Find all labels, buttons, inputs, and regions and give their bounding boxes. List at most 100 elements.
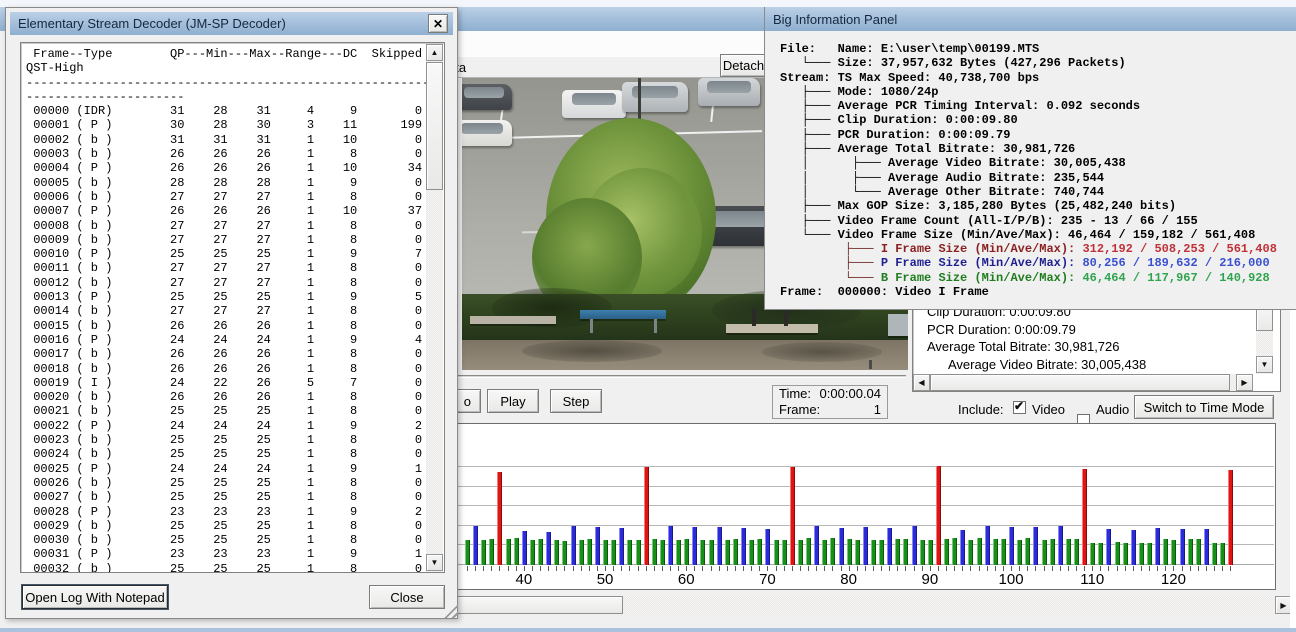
decoder-log-row: 00022 ( P ) 24 24 24 1 9 2 (26, 418, 423, 433)
chart-bar-I (789, 466, 795, 565)
info-tree-line: ├─── Mode: 1080/24p (780, 84, 939, 99)
main-window-right-border (1290, 310, 1296, 628)
chart-gridline (442, 505, 1274, 507)
chart-x-tick (889, 566, 891, 571)
info-hscroll-right-button[interactable]: ▶ (1236, 374, 1253, 391)
open-log-button[interactable]: Open Log With Notepad (22, 585, 168, 609)
chart-x-tick (483, 566, 485, 571)
chart-bar-P (814, 526, 820, 565)
chart-bar-P (1130, 529, 1136, 565)
decoder-log-row: 00000 (IDR) 31 28 31 4 9 0 (26, 104, 423, 119)
bench-blue (580, 310, 666, 319)
info-line: Average Total Bitrate: 30,981,726 (927, 339, 1120, 354)
chart-x-tick (499, 566, 501, 571)
bench (470, 316, 556, 324)
chart-bar-B (976, 537, 982, 565)
decoder-vscroll-down-button[interactable]: ▼ (426, 554, 443, 571)
chart-bar-P (960, 529, 966, 565)
frame-label: Frame: (779, 402, 821, 417)
ground-shadow (522, 340, 662, 362)
decoder-log-row: 00019 ( I ) 24 22 26 5 7 0 (26, 375, 423, 390)
chart-bar-I (1082, 468, 1088, 565)
chart-bar-B (651, 539, 657, 565)
decoder-log-row: 00029 ( b ) 25 25 25 1 8 0 (26, 518, 423, 533)
decoder-log-row: 00021 ( b ) 25 25 25 1 8 0 (26, 404, 423, 419)
chart-x-tick (897, 566, 899, 571)
big-panel-titlebar[interactable]: Big Information Panel (765, 7, 1296, 31)
chart-x-tick (873, 566, 874, 571)
info-tree-line: Stream: TS Max Speed: 40,738,700 bps (780, 70, 1040, 85)
arrow-right-icon: ▶ (1280, 600, 1287, 610)
include-video-checkbox[interactable]: ✔ (1013, 399, 1026, 414)
frame-size-chart[interactable]: 40 50 60 70 80 90 100 110 120 (440, 423, 1276, 590)
chart-bar-B (903, 539, 909, 565)
chart-bar-B (1220, 542, 1226, 565)
chart-x-label: 90 (921, 571, 939, 588)
chart-x-tick (580, 566, 582, 571)
chart-bar-B (700, 540, 706, 565)
info-tree-line: └─── B Frame Size (Min/Ave/Max): 46,464 … (780, 270, 1270, 285)
dialog-close-button[interactable]: Close (369, 585, 445, 609)
chart-bar-P (473, 525, 479, 565)
decoder-log-row: 00025 ( P ) 24 24 24 1 9 1 (26, 461, 423, 476)
chart-x-tick (1124, 566, 1126, 571)
chart-x-tick (1051, 566, 1053, 571)
chart-x-label: 70 (759, 571, 776, 588)
decoder-log-row: 00024 ( b ) 25 25 25 1 8 0 (26, 447, 423, 462)
chart-x-tick (1230, 566, 1232, 571)
ground-shadow (762, 342, 882, 362)
play-button[interactable]: Play (487, 389, 539, 413)
chart-x-label: 120 (1160, 571, 1186, 588)
chart-gridline (442, 524, 1274, 526)
chart-x-tick (986, 566, 988, 571)
include-label: Include: (958, 402, 1004, 417)
decoder-vscrollbar-thumb[interactable] (426, 62, 443, 190)
chart-bar-I (497, 471, 503, 565)
decoder-log-row: 00001 ( P ) 30 28 30 3 11 199 (26, 118, 423, 133)
seek-slider-track[interactable] (458, 375, 906, 378)
chart-bar-P (741, 528, 747, 565)
chart-bar-B (927, 539, 933, 565)
bench-leg (654, 319, 657, 333)
stop-button-label: o (463, 393, 471, 409)
decoder-log-listbox[interactable]: Frame--Type QP---Min---Max--Range---DC S… (20, 42, 445, 573)
chart-bar-B (554, 540, 560, 565)
chart-hscrollbar-thumb[interactable] (440, 596, 623, 614)
decoder-log-row: 00011 ( b ) 27 27 27 1 8 0 (26, 261, 423, 276)
decoder-log-row: 00015 ( b ) 26 26 26 1 8 0 (26, 318, 423, 333)
decoder-close-x-button[interactable]: ✕ (428, 14, 448, 33)
car (622, 82, 688, 112)
close-icon: ✕ (432, 16, 444, 31)
include-audio-label: Audio (1096, 402, 1130, 417)
main-window-top-border (0, 0, 1296, 7)
step-button[interactable]: Step (550, 389, 602, 413)
chart-bar-P (1009, 526, 1015, 565)
info-vscroll-down-button[interactable]: ▼ (1256, 356, 1273, 373)
bench (888, 314, 908, 336)
decoder-log-row: 00012 ( b ) 27 27 27 1 8 0 (26, 275, 423, 290)
chart-x-tick (905, 566, 907, 571)
chart-x-tick (791, 566, 793, 571)
chart-x-tick (653, 566, 655, 571)
decoder-log-row: 00004 ( P ) 26 26 26 1 10 34 (26, 161, 423, 176)
decoder-titlebar[interactable]: Elementary Stream Decoder (JM-SP Decoder… (10, 12, 453, 35)
log-header: QST-High (26, 61, 84, 76)
decoder-log-row: 00005 ( b ) 28 28 28 1 9 0 (26, 175, 423, 190)
seek-slider-thumb[interactable] (869, 360, 872, 369)
decoder-vscroll-up-button[interactable]: ▲ (426, 44, 443, 61)
info-hscrollbar-thumb[interactable] (930, 374, 1230, 391)
chart-x-tick (491, 566, 493, 571)
switch-time-mode-button[interactable]: Switch to Time Mode (1134, 395, 1274, 419)
chart-bar-P (887, 527, 893, 565)
info-hscroll-left-button[interactable]: ◀ (913, 374, 930, 391)
bench-leg (590, 319, 593, 333)
decoder-log-row: 00009 ( b ) 27 27 27 1 8 0 (26, 232, 423, 247)
resize-grip[interactable] (444, 604, 458, 618)
arrow-down-icon: ▼ (430, 558, 439, 567)
time-label: Time: (779, 386, 812, 401)
detach-button[interactable]: Detach (720, 54, 767, 77)
chart-bar-B (1122, 542, 1128, 565)
chart-x-tick (467, 566, 468, 571)
log-header: Frame--Type QP---Min---Max--Range---DC S… (26, 47, 423, 61)
chart-bar-I (643, 466, 649, 565)
